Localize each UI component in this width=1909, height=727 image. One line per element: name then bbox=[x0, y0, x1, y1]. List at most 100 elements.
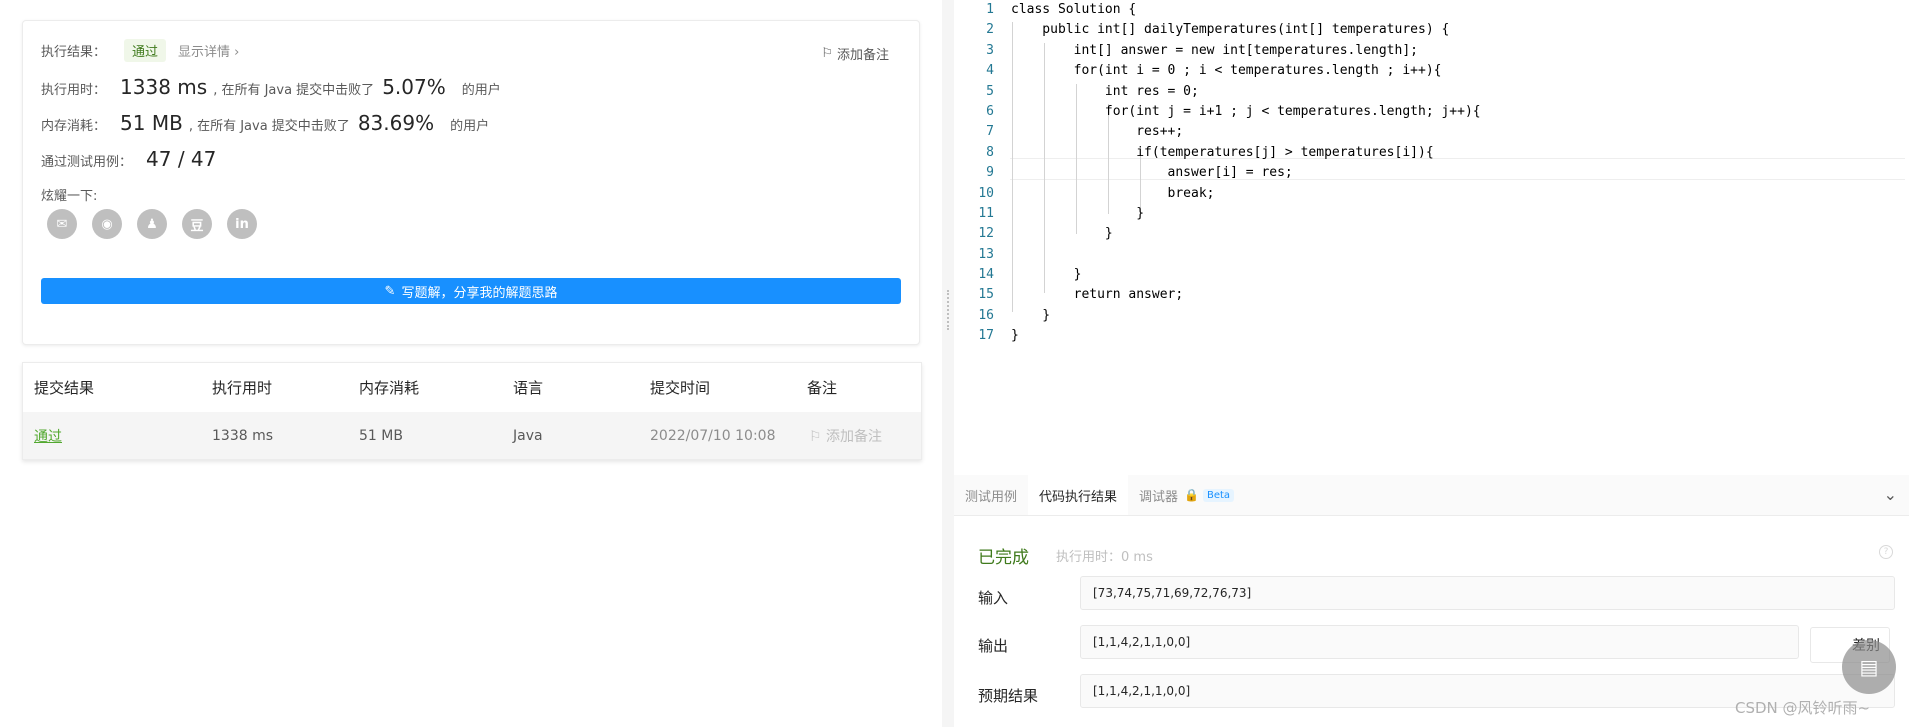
header-note: 备注 bbox=[807, 378, 838, 397]
table-header: 提交结果 执行用时 内存消耗 语言 提交时间 备注 bbox=[23, 363, 921, 411]
code-line-text: return answer; bbox=[1011, 287, 1184, 303]
debugger-label: 调试器 bbox=[1139, 489, 1179, 505]
expected-label: 预期结果 bbox=[978, 687, 1039, 705]
tab-testcase[interactable]: 测试用例 bbox=[954, 475, 1028, 515]
left-panel: 执行结果： 通过 显示详情 › ⚐ 添加备注 执行用时： 1338 ms , 在… bbox=[0, 0, 942, 727]
pencil-icon: ✎ bbox=[384, 283, 396, 299]
write-solution-label: 写题解，分享我的解题思路 bbox=[401, 285, 558, 301]
code-editor[interactable]: 1 class Solution { 2 public int[] dailyTe… bbox=[954, 0, 1909, 475]
code-line: 10 break; bbox=[954, 184, 1909, 204]
input-label: 输入 bbox=[978, 589, 1009, 607]
lock-icon: 🔒 bbox=[1184, 488, 1199, 502]
output-label: 输出 bbox=[978, 637, 1009, 655]
row-runtime: 1338 ms bbox=[212, 427, 274, 444]
input-value-box: [73,74,75,71,69,72,76,73] bbox=[1080, 576, 1895, 610]
result-card: 执行结果： 通过 显示详情 › ⚐ 添加备注 执行用时： 1338 ms , 在… bbox=[22, 20, 920, 345]
code-line: 15 return answer; bbox=[954, 285, 1909, 305]
code-line-text: } bbox=[1011, 205, 1145, 221]
table-row[interactable]: 通过 1338 ms 51 MB Java 2022/07/10 10:08 ⚐… bbox=[23, 412, 921, 459]
tests-value: 47 / 47 bbox=[146, 147, 217, 171]
memory-row: 内存消耗： 51 MB , 在所有 Java 提交中击败了 83.69% 的用户 bbox=[41, 111, 489, 135]
console-tabs: 测试用例 代码执行结果 调试器 🔒 Beta ⌄ bbox=[954, 475, 1909, 516]
chevron-down-icon[interactable]: ⌄ bbox=[1884, 485, 1897, 504]
notebook-icon: ▤ bbox=[1859, 655, 1879, 679]
code-line: 6 for(int j = i+1 ; j < temperatures.len… bbox=[954, 102, 1909, 122]
code-line-text: res++; bbox=[1011, 124, 1184, 140]
share-row: 炫耀一下: bbox=[41, 185, 97, 204]
code-line-text: answer[i] = res; bbox=[1011, 165, 1293, 181]
code-line: 9 answer[i] = res; bbox=[954, 163, 1909, 183]
code-line: 2 public int[] dailyTemperatures(int[] t… bbox=[954, 20, 1909, 40]
tab-debugger[interactable]: 调试器 🔒 Beta bbox=[1128, 475, 1245, 515]
exec-result-row: 执行结果： 通过 显示详情 › bbox=[41, 39, 239, 62]
code-line: 17} bbox=[954, 326, 1909, 346]
qq-icon[interactable]: ♟ bbox=[137, 209, 167, 239]
panel-splitter[interactable] bbox=[942, 0, 954, 727]
add-note-button[interactable]: ⚐ 添加备注 bbox=[821, 44, 889, 63]
code-line-text: } bbox=[1011, 226, 1113, 242]
write-solution-button[interactable]: ✎ 写题解，分享我的解题思路 bbox=[41, 278, 901, 304]
header-runtime: 执行用时 bbox=[212, 378, 273, 397]
tab-run-result[interactable]: 代码执行结果 bbox=[1028, 475, 1129, 515]
memory-mid-text: , 在所有 Java 提交中击败了 bbox=[188, 119, 350, 134]
code-line: 11 } bbox=[954, 204, 1909, 224]
share-label: 炫耀一下: bbox=[41, 189, 98, 204]
beta-badge: Beta bbox=[1203, 488, 1235, 502]
output-value-box: [1,1,4,2,1,1,0,0] bbox=[1080, 625, 1799, 659]
douban-icon[interactable]: 豆 bbox=[182, 209, 212, 239]
row-add-note-button[interactable]: ⚐ 添加备注 bbox=[809, 426, 882, 446]
row-time: 2022/07/10 10:08 bbox=[650, 427, 776, 444]
code-line-text: for(int j = i+1 ; j < temperatures.lengt… bbox=[1011, 103, 1481, 119]
code-line: 3 int[] answer = new int[temperatures.le… bbox=[954, 41, 1909, 61]
memory-label: 内存消耗： bbox=[41, 119, 107, 134]
header-memory: 内存消耗 bbox=[359, 378, 420, 397]
tests-row: 通过测试用例： 47 / 47 bbox=[41, 147, 216, 171]
code-line-text: class Solution { bbox=[1011, 2, 1137, 17]
runtime-label: 执行用时： bbox=[41, 83, 107, 98]
drag-handle-icon bbox=[947, 290, 951, 330]
flag-icon: ⚐ bbox=[821, 46, 833, 61]
wechat-icon[interactable]: ✉ bbox=[47, 209, 77, 239]
code-line-text: } bbox=[1011, 267, 1082, 283]
code-line: 7 res++; bbox=[954, 122, 1909, 142]
watermark: CSDN @风铃听雨~ bbox=[1735, 699, 1871, 717]
code-line-text: public int[] dailyTemperatures(int[] tem… bbox=[1011, 22, 1450, 38]
memory-tail-text: 的用户 bbox=[450, 119, 490, 134]
code-line: 1 class Solution { bbox=[954, 0, 1909, 20]
flag-icon: ⚐ bbox=[809, 428, 827, 445]
header-result: 提交结果 bbox=[34, 378, 95, 397]
console-panel: 测试用例 代码执行结果 调试器 🔒 Beta ⌄ 已完成 执行用时：0 ms ?… bbox=[954, 475, 1909, 727]
weibo-icon[interactable]: ◉ bbox=[92, 209, 122, 239]
exec-result-label: 执行结果： bbox=[41, 45, 107, 60]
header-language: 语言 bbox=[513, 378, 544, 397]
code-line-text: break; bbox=[1011, 185, 1215, 201]
code-line: 16 } bbox=[954, 306, 1909, 326]
show-details-link[interactable]: 显示详情 › bbox=[178, 41, 239, 60]
code-lines: 1 class Solution { 2 public int[] dailyTe… bbox=[954, 0, 1909, 347]
row-language: Java bbox=[513, 427, 543, 444]
runtime-percentile: 5.07% bbox=[382, 75, 446, 99]
runtime-tail-text: 的用户 bbox=[461, 83, 501, 98]
code-line-text: for(int i = 0 ; i < temperatures.length … bbox=[1011, 63, 1442, 79]
memory-value: 51 MB bbox=[120, 111, 183, 135]
help-icon[interactable]: ? bbox=[1879, 545, 1893, 559]
code-line-text: } bbox=[1011, 328, 1019, 344]
runtime-row: 执行用时： 1338 ms , 在所有 Java 提交中击败了 5.07% 的用… bbox=[41, 75, 501, 99]
row-note-label: 添加备注 bbox=[826, 428, 883, 445]
header-time: 提交时间 bbox=[650, 378, 711, 397]
runtime-mid-text: , 在所有 Java 提交中击败了 bbox=[213, 83, 375, 98]
code-line: 12 } bbox=[954, 224, 1909, 244]
tests-label: 通过测试用例： bbox=[41, 155, 133, 170]
linkedin-icon[interactable]: in bbox=[227, 209, 257, 239]
code-line: 5 int res = 0; bbox=[954, 82, 1909, 102]
row-result-link[interactable]: 通过 bbox=[34, 426, 62, 446]
code-line: 14 } bbox=[954, 265, 1909, 285]
code-line: 8 if(temperatures[j] > temperatures[i]){ bbox=[954, 143, 1909, 163]
code-line-text: } bbox=[1011, 307, 1051, 323]
notes-fab-button[interactable]: ▤ bbox=[1842, 640, 1896, 694]
submissions-table: 提交结果 执行用时 内存消耗 语言 提交时间 备注 通过 1338 ms 51 … bbox=[22, 362, 922, 460]
add-note-label: 添加备注 bbox=[836, 48, 889, 63]
runtime-value: 1338 ms bbox=[120, 75, 208, 99]
status-badge: 通过 bbox=[124, 39, 167, 62]
run-status: 已完成 bbox=[978, 548, 1029, 568]
